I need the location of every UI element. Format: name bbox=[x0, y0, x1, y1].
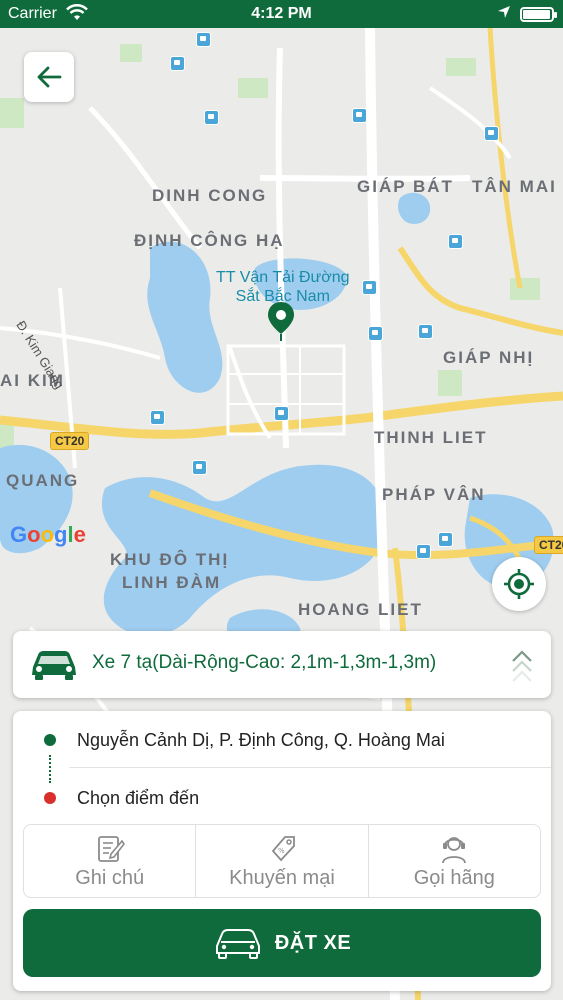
clock: 4:12 PM bbox=[251, 5, 312, 22]
call-option[interactable]: Gọi hãng bbox=[369, 825, 540, 897]
book-ride-label: ĐẶT XE bbox=[274, 931, 352, 954]
map-label-linh-dam: LINH ĐÀM bbox=[122, 573, 222, 592]
map-label-giap-bat: GIÁP BÁT bbox=[357, 177, 454, 196]
bus-stop-icon bbox=[448, 234, 463, 249]
bus-stop-icon bbox=[352, 108, 367, 123]
map-label-tan-mai: TÂN MAI bbox=[472, 177, 557, 196]
chevron-up-icon[interactable] bbox=[509, 645, 535, 685]
road-badge-ct20: CT20 bbox=[534, 536, 563, 554]
note-option[interactable]: Ghi chú bbox=[24, 825, 197, 897]
location-pin-icon bbox=[268, 302, 294, 341]
note-label: Ghi chú bbox=[75, 867, 145, 889]
battery-icon bbox=[520, 7, 557, 22]
bus-stop-icon bbox=[170, 56, 185, 71]
map-label-dinh-cong-ha: ĐỊNH CÔNG HẠ bbox=[134, 231, 285, 250]
location-arrow-icon bbox=[498, 6, 510, 18]
crosshair-icon bbox=[504, 569, 534, 599]
back-button[interactable] bbox=[24, 52, 74, 102]
trip-panel: Nguyễn Cảnh Dị, P. Định Công, Q. Hoàng M… bbox=[13, 711, 551, 991]
poi-line-1: TT Vận Tải Đường bbox=[216, 269, 350, 286]
map-label-khu-do-thi: KHU ĐÔ THỊ bbox=[110, 550, 230, 569]
car-icon bbox=[32, 651, 76, 680]
arrow-left-icon bbox=[37, 66, 62, 88]
headset-icon bbox=[442, 837, 467, 864]
promo-tag-icon: % bbox=[271, 836, 295, 862]
note-edit-icon bbox=[97, 836, 125, 862]
status-bar: Carrier 4:12 PM bbox=[0, 0, 563, 28]
map-label-dinh-cong: DINH CONG bbox=[152, 186, 268, 205]
bus-stop-icon bbox=[196, 32, 211, 47]
book-ride-button[interactable]: ĐẶT XE bbox=[23, 909, 541, 977]
bus-stop-icon bbox=[418, 324, 433, 339]
map-label-giap-nhi: GIÁP NHỊ bbox=[443, 348, 535, 367]
promo-label: Khuyến mại bbox=[229, 867, 335, 889]
vehicle-label: Xe 7 tạ(Dài-Rộng-Cao: 2,1m-1,3m-1,3m) bbox=[92, 652, 437, 673]
bus-stop-icon bbox=[416, 544, 431, 559]
map-label-hoang-liet: HOANG LIET bbox=[298, 600, 423, 619]
google-logo: Google bbox=[10, 522, 86, 547]
locate-me-button[interactable] bbox=[492, 557, 546, 611]
bus-stop-icon bbox=[368, 326, 383, 341]
dropoff-dot-icon bbox=[44, 792, 56, 804]
map-label-thinh-liet: THINH LIET bbox=[374, 428, 488, 447]
bus-stop-icon bbox=[362, 280, 377, 295]
call-label: Gọi hãng bbox=[413, 867, 495, 889]
vehicle-selector[interactable]: Xe 7 tạ(Dài-Rộng-Cao: 2,1m-1,3m-1,3m) bbox=[13, 631, 551, 698]
bus-stop-icon bbox=[192, 460, 207, 475]
promo-option[interactable]: % Khuyến mại bbox=[196, 825, 369, 897]
car-outline-icon bbox=[215, 929, 260, 959]
bus-stop-icon bbox=[438, 532, 453, 547]
svg-text:%: % bbox=[278, 847, 285, 855]
trip-options: Ghi chú % Khuyến mại Gọi hãng bbox=[23, 824, 541, 898]
road-badge-ct20: CT20 bbox=[50, 432, 90, 450]
bus-stop-icon bbox=[274, 406, 289, 421]
bus-stop-icon bbox=[150, 410, 165, 425]
pickup-address[interactable]: Nguyễn Cảnh Dị, P. Định Công, Q. Hoàng M… bbox=[77, 730, 445, 751]
map-label-quang: QUANG bbox=[6, 471, 80, 490]
map-label-phap-van: PHÁP VÂN bbox=[382, 485, 486, 504]
route-connector bbox=[49, 755, 51, 783]
bus-stop-icon bbox=[204, 110, 219, 125]
bus-stop-icon bbox=[484, 126, 499, 141]
pickup-dot-icon bbox=[44, 734, 56, 746]
address-divider bbox=[69, 767, 551, 768]
dropoff-address-input[interactable]: Chọn điểm đến bbox=[77, 788, 199, 809]
